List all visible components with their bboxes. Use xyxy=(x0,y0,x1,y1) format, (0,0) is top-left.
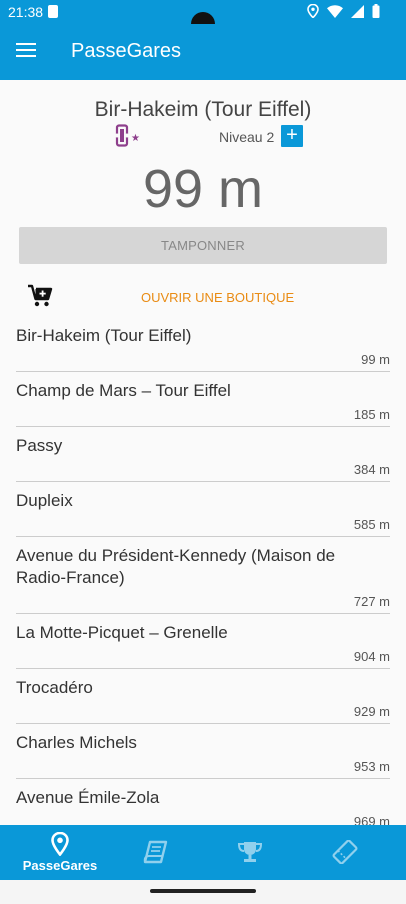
station-list-item[interactable]: Avenue Émile-Zola 969 m xyxy=(16,779,390,825)
add-cart-icon[interactable] xyxy=(27,284,53,313)
station-list-item[interactable]: Dupleix 585 m xyxy=(16,482,390,537)
station-list-item[interactable]: Bir-Hakeim (Tour Eiffel) 99 m xyxy=(16,317,390,372)
station-list-item[interactable]: Charles Michels 953 m xyxy=(16,724,390,779)
station-list-distance: 953 m xyxy=(353,759,390,774)
station-list-distance: 929 m xyxy=(353,704,390,719)
battery-icon xyxy=(372,4,380,18)
nearby-station-list: Bir-Hakeim (Tour Eiffel) 99 m Champ de Mar… xyxy=(16,317,390,825)
stamp-button[interactable]: TAMPONNER xyxy=(19,227,387,264)
status-time: 21:38 xyxy=(8,4,44,20)
ticket-star: ★ xyxy=(131,133,140,144)
nav-tickets[interactable] xyxy=(297,825,393,880)
nav-book[interactable] xyxy=(107,825,203,880)
station-list-item[interactable]: Passy 384 m xyxy=(16,427,390,482)
station-list-item[interactable]: Champ de Mars – Tour Eiffel 185 m xyxy=(16,372,390,427)
nav-trophy[interactable] xyxy=(202,825,298,880)
nav-passegares-label: PasseGares xyxy=(22,858,98,873)
open-shop-button[interactable]: OUVRIR UNE BOUTIQUE xyxy=(141,290,294,305)
wifi-icon xyxy=(327,4,343,18)
status-bar: 21:38 xyxy=(0,0,406,36)
station-list-name: Bir-Hakeim (Tour Eiffel) xyxy=(16,326,192,345)
station-list-distance: 99 m xyxy=(361,352,390,367)
bottom-navigation: PasseGares xyxy=(0,825,406,880)
status-icons xyxy=(307,4,380,18)
station-list-name: Champ de Mars – Tour Eiffel xyxy=(16,381,231,400)
nav-passegares[interactable]: PasseGares xyxy=(12,825,108,880)
station-list-name: Trocadéro xyxy=(16,678,93,697)
station-list-distance: 384 m xyxy=(353,462,390,477)
station-list-item[interactable]: Trocadéro 929 m xyxy=(16,669,390,724)
station-list-name: La Motte-Picquet – Grenelle xyxy=(16,623,228,642)
station-list-item[interactable]: Avenue du Président-Kennedy (Maison de R… xyxy=(16,537,390,614)
level-label: Niveau 2 xyxy=(219,129,275,145)
station-list-name: Passy xyxy=(16,436,63,455)
station-list-name: Dupleix xyxy=(16,491,73,510)
station-list-item[interactable]: La Motte-Picquet – Grenelle 904 m xyxy=(16,614,390,669)
map-pin-icon xyxy=(51,832,69,856)
ticket-icon: ★ xyxy=(114,124,142,153)
station-list-name: Charles Michels xyxy=(16,733,137,752)
book-icon xyxy=(143,840,168,864)
station-list-distance: 969 m xyxy=(353,814,390,825)
station-list-name: Avenue Émile-Zola xyxy=(16,788,160,807)
home-gesture-handle[interactable] xyxy=(150,889,256,893)
app-title: PasseGares xyxy=(71,40,182,62)
ticket-nav-icon xyxy=(332,840,358,864)
station-list-name: Avenue du Président-Kennedy (Maison de R… xyxy=(16,546,336,587)
trophy-icon xyxy=(237,842,263,862)
sd-card-icon xyxy=(48,5,58,18)
station-list-distance: 727 m xyxy=(353,594,390,609)
station-list-distance: 185 m xyxy=(353,407,390,422)
app-bar: PasseGares xyxy=(0,24,406,80)
current-station-distance: 99 m xyxy=(142,159,264,219)
menu-icon[interactable] xyxy=(14,40,38,64)
station-list-distance: 904 m xyxy=(353,649,390,664)
location-icon xyxy=(307,4,319,18)
system-gesture-bar xyxy=(0,880,406,904)
level-add-button[interactable]: + xyxy=(281,125,303,147)
main-content: Bir-Hakeim (Tour Eiffel) ★ Niveau 2 + 99… xyxy=(0,80,406,825)
signal-icon xyxy=(351,4,364,18)
station-list-distance: 585 m xyxy=(353,517,390,532)
current-station-name: Bir-Hakeim (Tour Eiffel) xyxy=(94,98,312,121)
